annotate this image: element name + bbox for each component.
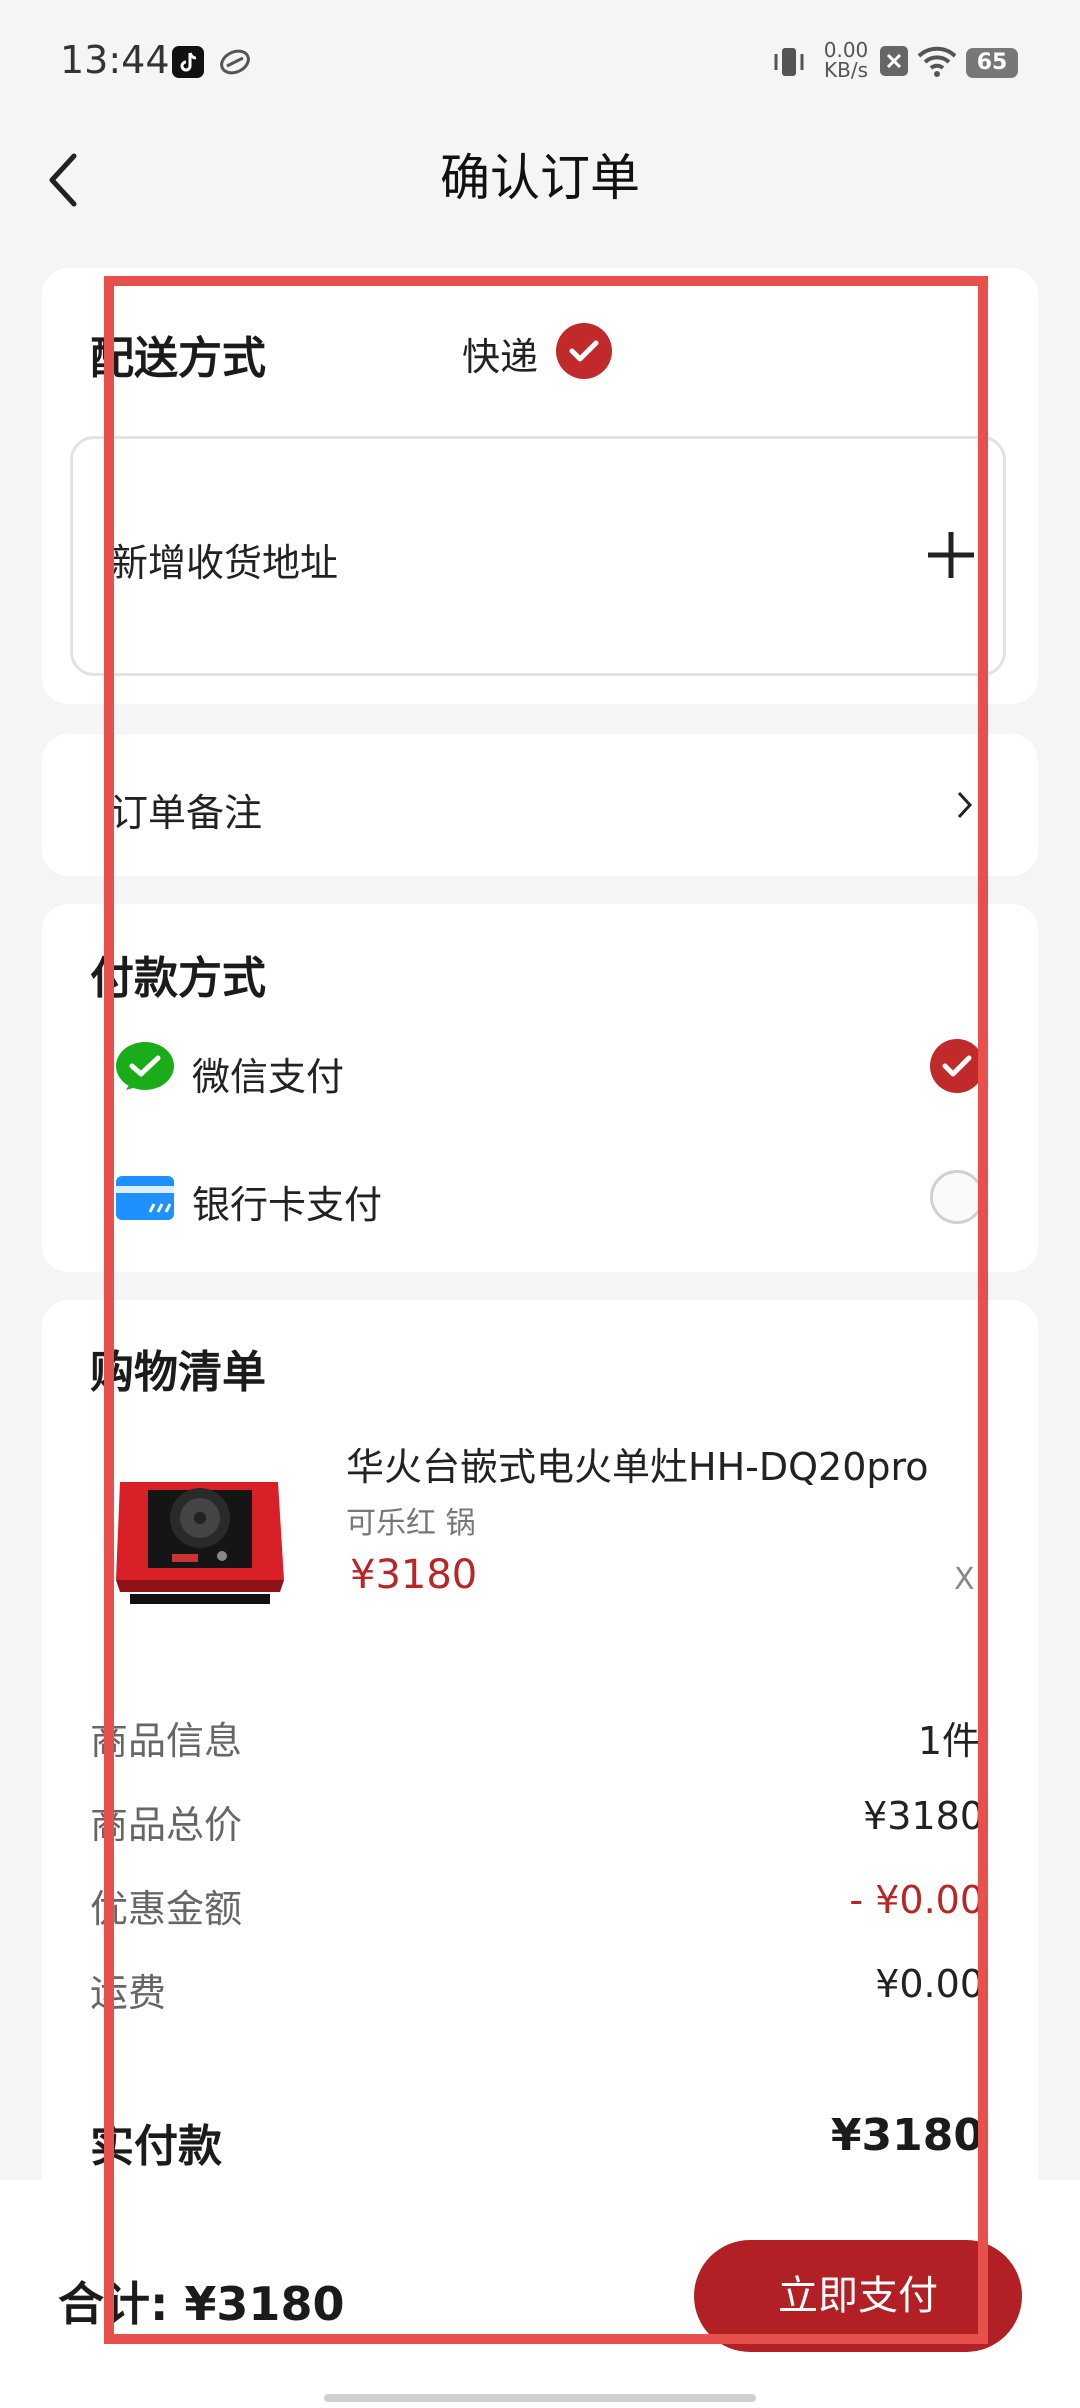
net-speed-unit: KB/s <box>824 58 868 82</box>
net-speed-value: 0.00 <box>823 38 869 62</box>
sim-disabled-icon <box>880 46 908 76</box>
status-time: 13:44 <box>60 38 170 82</box>
net-speed: 0.00 KB/s <box>818 40 874 80</box>
wifi-icon <box>916 44 958 78</box>
home-indicator[interactable] <box>324 2394 756 2402</box>
app-notification-icon <box>218 46 250 78</box>
vibrate-icon <box>772 44 806 80</box>
highlight-overlay <box>104 276 988 2344</box>
tiktok-icon <box>172 46 204 78</box>
page-title: 确认订单 <box>440 149 640 207</box>
battery-indicator: 65 <box>966 48 1018 78</box>
